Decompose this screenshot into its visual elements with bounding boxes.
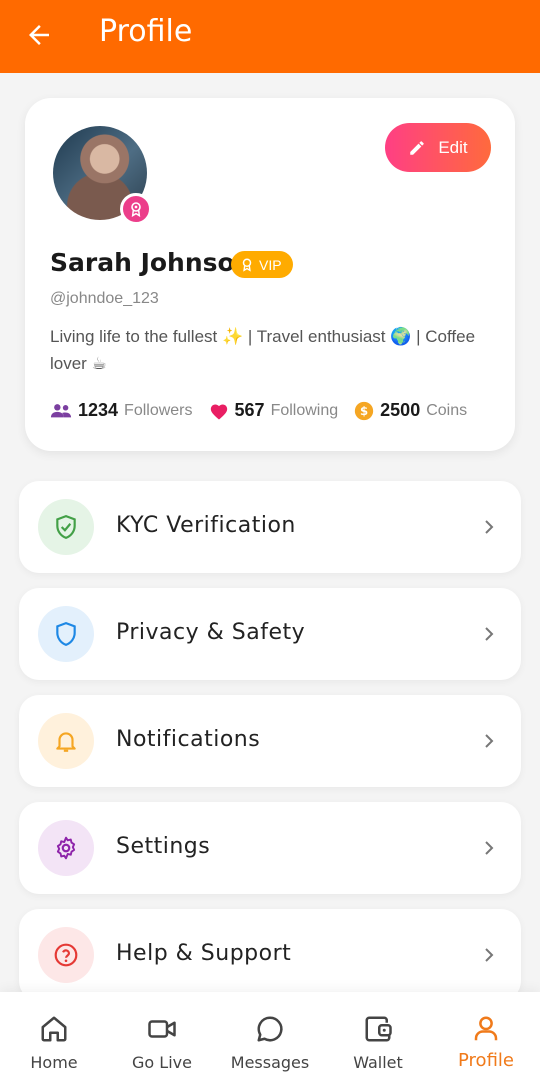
chevron-right-icon xyxy=(485,627,494,641)
nav-profile[interactable]: Profile xyxy=(432,992,540,1086)
chevron-right-icon xyxy=(485,948,494,962)
menu-item-settings[interactable]: Settings xyxy=(19,802,521,894)
chat-bubble-icon xyxy=(257,1016,283,1042)
nav-label: Go Live xyxy=(132,1053,192,1072)
coins-count: 2500 xyxy=(380,400,421,420)
menu-item-kyc-verification[interactable]: KYC Verification xyxy=(19,481,521,573)
nav-messages[interactable]: Messages xyxy=(216,992,324,1086)
following-label: Following xyxy=(270,401,339,419)
profile-bio: Living life to the fullest ✨ | Travel en… xyxy=(50,327,476,373)
menu-label: Notifications xyxy=(116,727,261,752)
heart-icon xyxy=(210,403,227,420)
followers-stat[interactable]: 1234 Followers xyxy=(50,400,193,421)
nav-label: Profile xyxy=(458,1050,514,1071)
home-icon xyxy=(41,1016,67,1042)
page-title: Profile xyxy=(99,14,193,49)
video-camera-icon xyxy=(148,1020,176,1038)
nav-wallet[interactable]: Wallet xyxy=(324,992,432,1086)
shield-check-icon xyxy=(38,499,94,555)
svg-text:$: $ xyxy=(360,404,368,418)
menu-item-privacy-safety[interactable]: Privacy & Safety xyxy=(19,588,521,680)
menu-item-notifications[interactable]: Notifications xyxy=(19,695,521,787)
edit-profile-button[interactable]: Edit xyxy=(385,123,491,172)
pencil-icon xyxy=(410,140,425,155)
following-count: 567 xyxy=(234,400,265,420)
coin-icon: $ xyxy=(354,401,374,420)
edit-label: Edit xyxy=(438,137,468,157)
nav-label: Wallet xyxy=(353,1053,403,1072)
profile-card: Edit Sarah Johnson VIP @johndoe_123 Livi… xyxy=(25,98,515,451)
wallet-icon xyxy=(365,1016,392,1042)
menu-label: Settings xyxy=(116,834,211,859)
nav-home[interactable]: Home xyxy=(0,992,108,1086)
vip-label: VIP xyxy=(259,256,282,273)
menu-item-help-support[interactable]: Help & Support xyxy=(19,909,521,1001)
menu-label: KYC Verification xyxy=(116,513,296,538)
menu-label: Help & Support xyxy=(116,941,292,966)
avatar-badge-icon xyxy=(120,193,152,225)
nav-label: Messages xyxy=(230,1053,310,1072)
menu-label: Privacy & Safety xyxy=(116,620,306,645)
bottom-nav: Home Go Live Messages Wallet Profile xyxy=(0,992,540,1086)
award-icon xyxy=(242,258,252,272)
chevron-right-icon xyxy=(485,520,494,534)
shield-icon xyxy=(38,606,94,662)
followers-label: Followers xyxy=(124,401,193,419)
profile-handle: @johndoe_123 xyxy=(50,290,159,307)
profile-stats: 1234 Followers 567 Following $ 2500 Coin… xyxy=(50,400,483,421)
coins-label: Coins xyxy=(426,401,468,419)
followers-count: 1234 xyxy=(78,400,119,420)
coins-stat[interactable]: $ 2500 Coins xyxy=(354,400,467,421)
bell-icon xyxy=(38,713,94,769)
nav-go-live[interactable]: Go Live xyxy=(108,992,216,1086)
user-icon xyxy=(474,1016,498,1041)
nav-label: Home xyxy=(30,1053,78,1072)
chevron-right-icon xyxy=(485,841,494,855)
chevron-right-icon xyxy=(485,734,494,748)
back-arrow-icon[interactable] xyxy=(24,20,54,50)
people-icon xyxy=(50,403,72,417)
help-icon xyxy=(38,927,94,983)
following-stat[interactable]: 567 Following xyxy=(209,400,339,421)
gear-icon xyxy=(38,820,94,876)
vip-badge: VIP xyxy=(231,251,293,278)
app-bar: Profile xyxy=(0,0,540,73)
profile-name: Sarah Johnson xyxy=(50,248,253,277)
